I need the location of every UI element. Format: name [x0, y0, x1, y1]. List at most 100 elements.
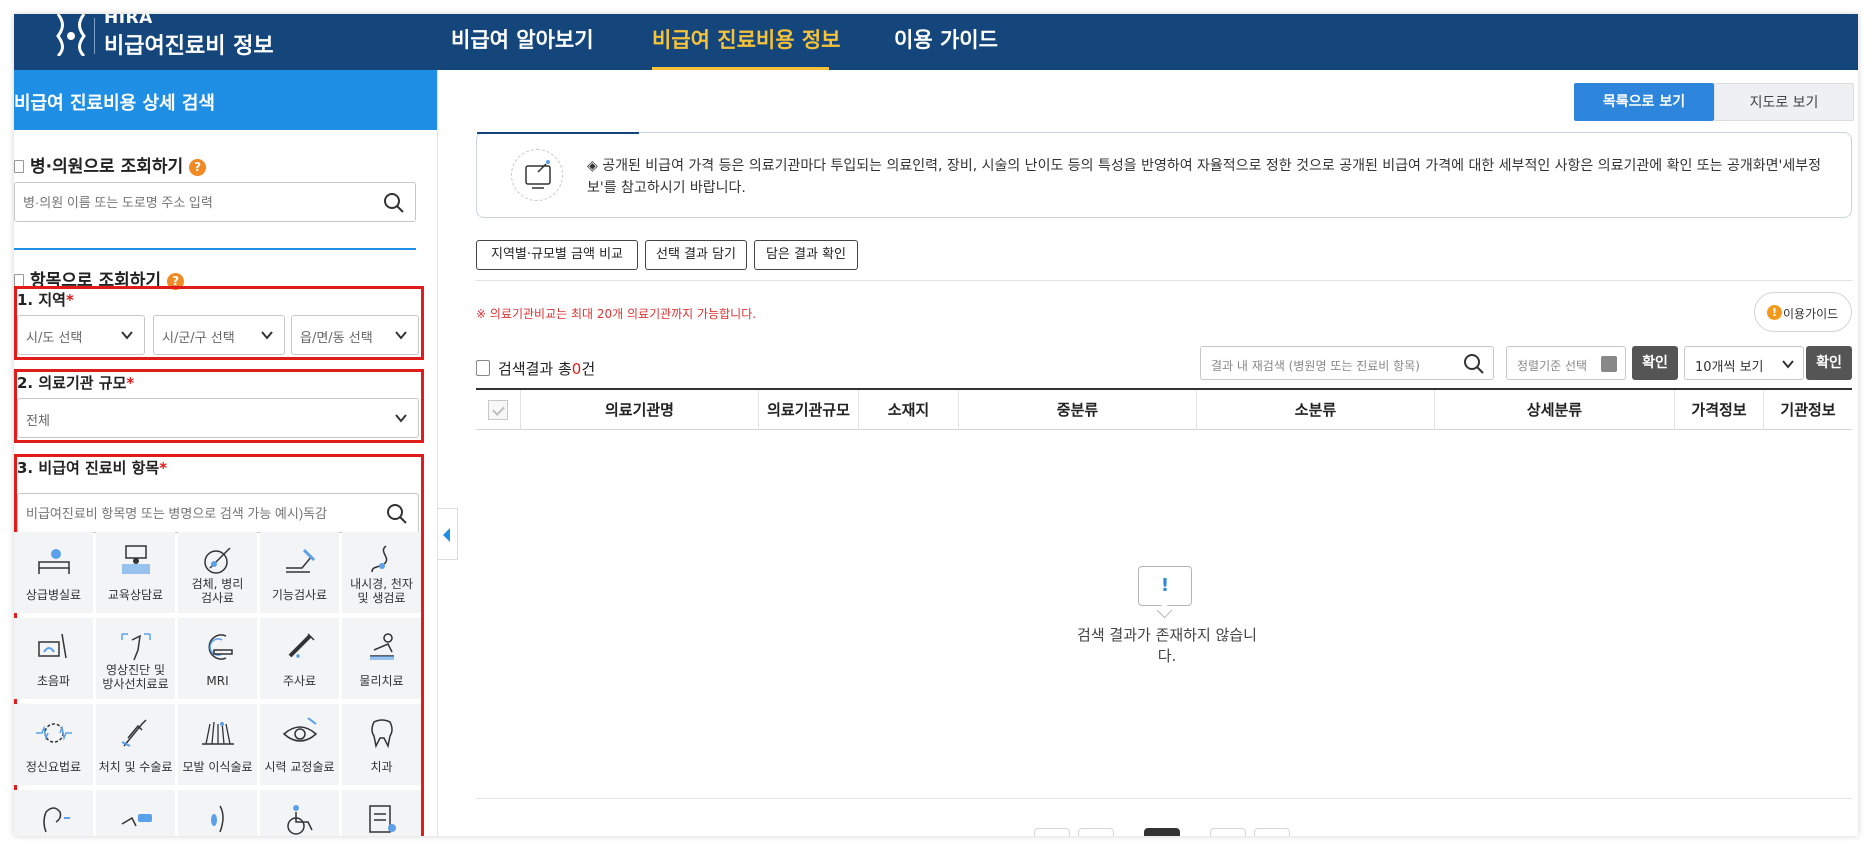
column-header[interactable]: 소분류 — [1197, 390, 1435, 430]
chevron-down-icon — [395, 331, 407, 340]
result-count-text: 검색결과 총0건 — [498, 360, 596, 378]
nav-user-guide[interactable]: 이용 가이드 — [894, 24, 998, 54]
pagination-last[interactable] — [1254, 828, 1290, 836]
pagination-prev[interactable] — [1078, 828, 1114, 836]
column-header[interactable]: 소재지 — [859, 390, 959, 430]
endoscopy-icon — [371, 545, 388, 573]
chevron-down-icon — [395, 414, 407, 423]
empty-result-icon: ! — [1138, 566, 1192, 606]
notice-box: ◈ 공개된 비급여 가격 등은 의료기관마다 투입되는 의료인력, 장비, 시술… — [476, 132, 1852, 218]
hospital-search-title: 병·의원으로 조회하기? — [14, 152, 207, 177]
pagination-next[interactable] — [1210, 828, 1246, 836]
logo-divider — [94, 18, 95, 54]
category-item[interactable]: 주사료 — [260, 618, 339, 699]
eupmyeondong-select[interactable]: 읍/면/동 선택 — [291, 315, 419, 355]
chevron-down-icon — [261, 331, 273, 340]
vision-correction-icon — [282, 717, 318, 742]
result-count: 0 — [571, 360, 582, 378]
category-item[interactable] — [342, 790, 421, 836]
research-input[interactable]: 결과 내 재검색 (병원명 또는 진료비 항목) — [1200, 346, 1494, 380]
pagination-divider — [476, 798, 1852, 799]
search-icon[interactable] — [386, 503, 408, 525]
pathology-test-icon — [204, 547, 231, 574]
physical-therapy-icon — [370, 633, 394, 660]
category-item[interactable] — [260, 790, 339, 836]
chevron-down-icon — [1782, 360, 1794, 369]
search-icon[interactable] — [383, 192, 405, 214]
column-header[interactable]: 의료기관규모 — [759, 390, 859, 430]
usage-guide-button[interactable]: ! 이용가이드 — [1754, 292, 1852, 332]
category-item[interactable]: 시력 교정술료 — [260, 704, 339, 785]
column-header[interactable]: 상세분류 — [1435, 390, 1675, 430]
select-all-cell — [476, 390, 521, 430]
nav-learn-noncovered[interactable]: 비급여 알아보기 — [451, 24, 594, 54]
nose-icon — [121, 814, 152, 827]
column-header[interactable]: 중분류 — [959, 390, 1197, 430]
search-icon[interactable] — [1463, 353, 1485, 375]
sigungu-select[interactable]: 시/군/구 선택 — [153, 315, 285, 355]
sidebar-title: 비급여 진료비용 상세 검색 — [14, 70, 437, 130]
category-item[interactable]: 내시경, 천자 및 생검료 — [342, 532, 421, 613]
notice-accent — [477, 132, 639, 134]
category-item[interactable]: 상급병실료 — [14, 532, 93, 613]
browser-viewport: HIRA 비급여진료비 정보 비급여 알아보기 비급여 진료비용 정보 이용 가… — [14, 14, 1858, 836]
item-search-input[interactable] — [26, 495, 376, 531]
category-item[interactable]: 검체, 병리 검사료 — [178, 532, 257, 613]
category-item[interactable]: 정신요법료 — [14, 704, 93, 785]
category-item[interactable]: 치과 — [342, 704, 421, 785]
scale-select[interactable]: 전체 — [17, 398, 419, 438]
building-icon — [14, 160, 24, 173]
category-item[interactable]: 영상진단 및 방사선치료료 — [96, 618, 175, 699]
view-saved-button[interactable]: 담은 결과 확인 — [754, 240, 858, 270]
hospital-search-input[interactable] — [23, 184, 373, 220]
notice-icon — [511, 149, 563, 201]
search-sidebar: 비급여 진료비용 상세 검색 병·의원으로 조회하기? 항목으로 조회하기? 1… — [14, 70, 438, 836]
column-header[interactable]: 의료기관명 — [521, 390, 759, 430]
per-page-select[interactable]: 10개씩 보기 — [1684, 346, 1804, 380]
items-label: 3. 비급여 진료비 항목* — [17, 459, 168, 477]
per-page-confirm-button[interactable]: 확인 — [1806, 346, 1852, 380]
sort-confirm-button[interactable]: 확인 — [1632, 346, 1678, 380]
ultrasound-icon — [38, 633, 67, 659]
category-item[interactable]: 처치 및 수술료 — [96, 704, 175, 785]
category-item[interactable]: 기능검사료 — [260, 532, 339, 613]
top-header: HIRA 비급여진료비 정보 비급여 알아보기 비급여 진료비용 정보 이용 가… — [14, 14, 1858, 70]
region-label: 1. 지역* — [17, 291, 74, 309]
category-item[interactable] — [178, 790, 257, 836]
results-table-header: 의료기관명 의료기관규모 소재지 중분류 소분류 상세분류 가격정보 기관정보 — [476, 388, 1852, 430]
category-item[interactable] — [14, 790, 93, 836]
hair-transplant-icon — [202, 721, 234, 745]
result-list-icon — [476, 360, 490, 376]
list-view-button[interactable]: 목록으로 보기 — [1574, 83, 1714, 121]
compare-by-region-button[interactable]: 지역별·규모별 금액 비교 — [476, 240, 638, 270]
hira-logo-icon[interactable] — [54, 14, 88, 56]
category-item[interactable]: MRI — [178, 618, 257, 699]
nav-cost-info[interactable]: 비급여 진료비용 정보 — [652, 24, 841, 54]
scale-highlight-box: 2. 의료기관 규모* 전체 — [14, 369, 424, 443]
category-item[interactable]: 초음파 — [14, 618, 93, 699]
map-view-button[interactable]: 지도로 보기 — [1714, 83, 1854, 121]
mri-icon — [208, 634, 233, 660]
category-item[interactable]: 모발 이식술료 — [178, 704, 257, 785]
category-item[interactable]: 교육상담료 — [96, 532, 175, 613]
select-all-checkbox[interactable] — [488, 400, 508, 420]
add-selected-button[interactable]: 선택 결과 담기 — [645, 240, 747, 270]
help-icon[interactable]: ? — [189, 159, 207, 176]
category-item[interactable]: 물리치료 — [342, 618, 421, 699]
counseling-icon — [122, 545, 150, 574]
empty-result-text: 검색 결과가 존재하지 않습니다. — [1077, 626, 1257, 665]
item-search-box — [17, 493, 419, 533]
sidebar-collapse-button[interactable] — [438, 508, 458, 560]
column-header[interactable]: 가격정보 — [1675, 390, 1764, 430]
sort-select[interactable]: 정렬기준 선택 — [1506, 346, 1626, 380]
logo-text-hira: HIRA — [104, 14, 153, 28]
category-item[interactable] — [96, 790, 175, 836]
wheelchair-icon — [287, 805, 313, 835]
psychotherapy-icon — [36, 723, 72, 743]
sido-select[interactable]: 시/도 선택 — [17, 315, 145, 355]
pagination-current[interactable] — [1144, 828, 1180, 836]
logo-text-site[interactable]: 비급여진료비 정보 — [104, 28, 274, 60]
hospital-bed-icon — [38, 549, 70, 574]
column-header[interactable]: 기관정보 — [1764, 390, 1852, 430]
pagination-first[interactable] — [1034, 828, 1070, 836]
